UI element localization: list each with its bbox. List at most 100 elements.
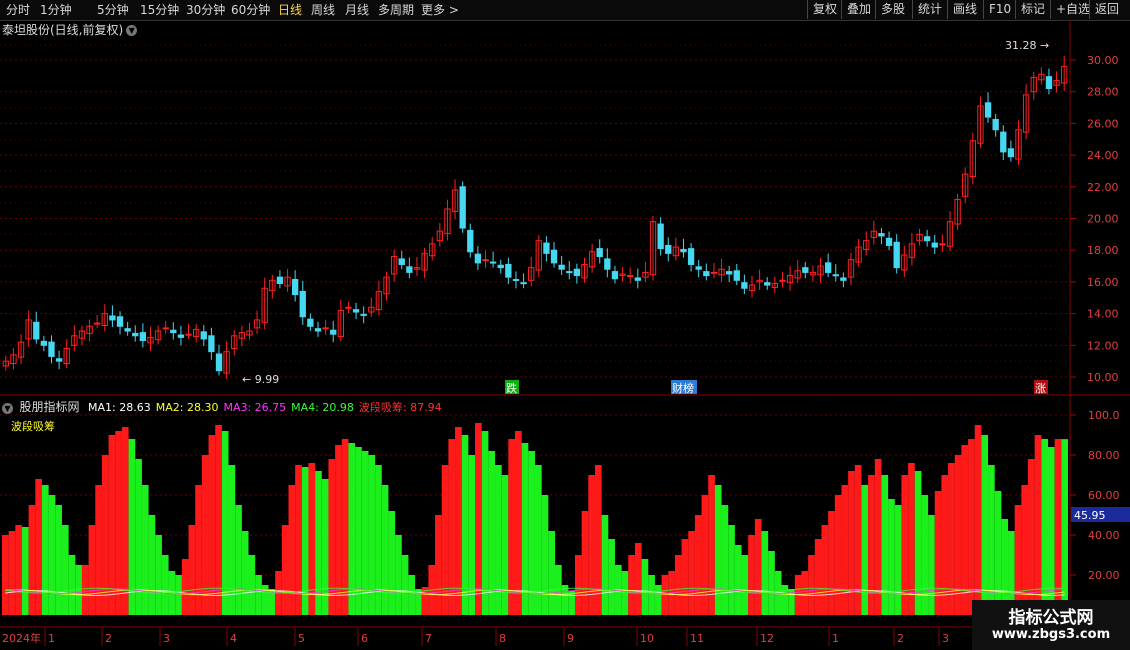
indicator-bar <box>41 485 49 615</box>
indicator-bar <box>221 431 229 615</box>
candle-body <box>703 271 710 277</box>
candle-body <box>596 248 603 258</box>
indicator-bar <box>634 543 642 615</box>
candle-body <box>627 275 634 278</box>
indicator-bar <box>914 471 922 615</box>
candle-body <box>764 282 771 286</box>
candle-body <box>162 327 169 330</box>
indicator-bar <box>974 425 982 615</box>
candle-body <box>398 258 405 265</box>
candle-body <box>573 268 581 277</box>
candle-body <box>177 334 185 338</box>
indicator-bar <box>315 471 322 615</box>
indicator-bar <box>15 525 22 615</box>
indicator-bar <box>721 505 729 615</box>
candle-body <box>657 223 664 250</box>
candle-body <box>322 327 329 330</box>
cursor-value: 45.95 <box>1074 509 1106 522</box>
indicator-bar <box>521 443 529 615</box>
candle-body <box>474 253 482 264</box>
high-price-label: 31.28 → <box>1005 39 1049 52</box>
year-label: 2024年 <box>2 631 41 645</box>
indicator-bar <box>241 531 249 615</box>
candle-body <box>116 316 124 327</box>
candle-body <box>566 271 573 274</box>
indicator-bar <box>801 571 809 615</box>
indicator-bar <box>141 485 149 615</box>
month-label: 6 <box>361 632 368 645</box>
candle-body <box>893 241 900 269</box>
candle-body <box>1007 148 1015 158</box>
month-label: 8 <box>499 632 506 645</box>
indicator-bar <box>501 475 509 615</box>
indicator-bar <box>694 515 702 615</box>
candle-body <box>330 329 337 335</box>
candle-body <box>832 274 839 277</box>
indicator-bar <box>1021 485 1029 615</box>
indicator-bar <box>175 575 182 615</box>
indicator-bar <box>861 485 869 615</box>
indicator-bar <box>981 435 989 615</box>
candle-body <box>512 279 520 282</box>
indicator-bar <box>21 527 29 615</box>
indicator-bar <box>701 495 709 615</box>
indicator-bar <box>435 515 442 615</box>
month-label: 7 <box>425 632 432 645</box>
indicator-bar <box>388 511 396 615</box>
candle-body <box>550 249 558 264</box>
indicator-bar <box>561 585 569 615</box>
indicator-bar <box>601 515 609 615</box>
indicator-bar <box>941 475 949 615</box>
candle-body <box>665 244 672 254</box>
indicator-bar <box>674 555 682 615</box>
indicator-bar <box>888 499 895 615</box>
candle-body <box>208 335 215 353</box>
indicator-bar <box>548 531 555 615</box>
indicator-bar <box>594 465 602 615</box>
indicator-bar <box>328 459 336 615</box>
month-label: 1 <box>48 632 55 645</box>
candle-body <box>741 282 748 289</box>
candle-body <box>314 328 322 332</box>
candle-body <box>307 318 314 327</box>
indicator-bar <box>648 575 655 615</box>
month-label: 1 <box>832 632 839 645</box>
indicator-bar <box>868 475 875 615</box>
candle-body <box>48 341 55 357</box>
indicator-bar <box>68 555 76 615</box>
indicator-bar <box>841 485 849 615</box>
candle-body <box>824 262 832 273</box>
candle-body <box>345 306 352 309</box>
event-marker: 涨 <box>1035 382 1046 395</box>
indicator-bar <box>308 463 316 615</box>
indicator-values: MA1: 28.63 MA2: 28.30 MA3: 26.75 MA4: 20.98… <box>88 401 447 414</box>
indicator-bar <box>934 491 942 615</box>
indicator-legend: 波段吸筹 <box>11 418 55 434</box>
month-label: 3 <box>163 632 170 645</box>
candle-body <box>482 259 489 262</box>
month-label: 9 <box>567 632 574 645</box>
candle-body <box>984 102 992 118</box>
indicator-bar <box>61 525 69 615</box>
price-tick-label: 30.00 <box>1087 54 1119 67</box>
indicator-bar <box>121 427 129 615</box>
indicator-bar <box>161 555 169 615</box>
candle-body <box>710 271 718 274</box>
indicator-bar <box>188 525 196 615</box>
indicator-bar <box>834 495 842 615</box>
candle-body <box>939 243 946 246</box>
candle-body <box>489 261 497 264</box>
indicator-bar <box>968 439 975 615</box>
legend-label: 波段吸筹 <box>11 420 55 433</box>
indicator-menu-icon[interactable]: ▼ <box>2 402 13 414</box>
price-tick-label: 22.00 <box>1087 181 1119 194</box>
indicator-bar <box>28 505 36 615</box>
indicator-value-3: MA4: 20.98 <box>291 401 354 414</box>
indicator-bar <box>281 525 289 615</box>
candle-body <box>611 271 619 280</box>
indicator-bar <box>808 555 815 615</box>
candle-body <box>1045 76 1053 90</box>
candle-body <box>55 358 63 362</box>
stock-chart[interactable]: 30.00 28.00 26.00 24.00 22.00 20.00 18.00 16.00… <box>0 0 1130 650</box>
indicator-bar <box>148 515 156 615</box>
